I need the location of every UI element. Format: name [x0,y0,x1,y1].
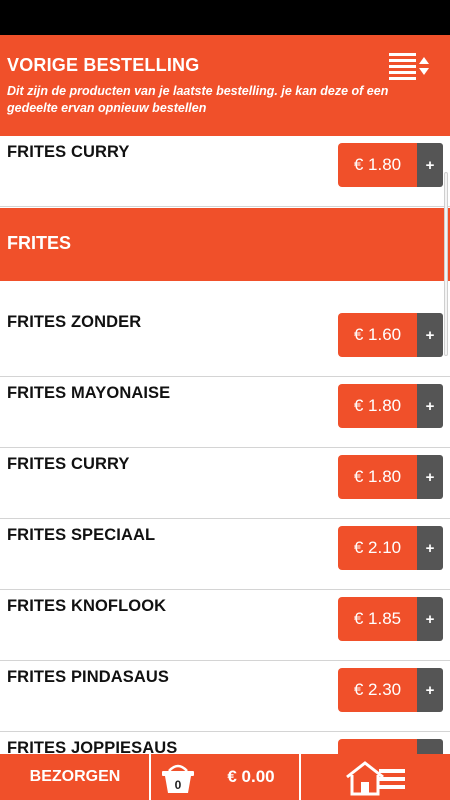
price-button[interactable]: € 1.60 [338,313,417,357]
price-button[interactable] [338,739,417,754]
product-name: FRITES PINDASAUS [7,668,170,686]
add-button[interactable] [417,739,443,754]
scrollbar[interactable] [444,172,448,356]
product-item: FRITES JOPPIESAUS [0,732,450,754]
product-name: FRITES SPECIAAL [7,526,156,544]
add-button[interactable]: + [417,668,443,712]
price-button[interactable]: € 1.85 [338,597,417,641]
home-menu-icon[interactable] [345,760,407,796]
add-button[interactable]: + [417,597,443,641]
product-item: FRITES CURRY € 1.80 + [0,448,450,519]
product-item: FRITES MAYONAISE € 1.80 + [0,377,450,448]
price-button[interactable]: € 2.30 [338,668,417,712]
product-name: FRITES KNOFLOOK [7,597,167,615]
product-name: FRITES MAYONAISE [7,384,171,402]
add-button[interactable]: + [417,526,443,570]
page-subtitle: Dit zijn de producten van je laatste bes… [7,84,389,115]
price-button[interactable]: € 1.80 [338,143,417,187]
product-item: FRITES KNOFLOOK € 1.85 + [0,590,450,661]
add-button[interactable]: + [417,384,443,428]
bottom-bar: BEZORGEN 0 € 0.00 [0,754,450,800]
add-button[interactable]: + [417,143,443,187]
divider [299,754,301,800]
previous-order-header: VORIGE BESTELLING Dit zijn de producten … [0,35,450,136]
product-name: FRITES CURRY [7,143,130,161]
status-bar [0,0,450,35]
sort-list-icon[interactable] [386,51,434,81]
product-item: FRITES SPECIAAL € 2.10 + [0,519,450,590]
delivery-button[interactable]: BEZORGEN [0,754,150,800]
price-button[interactable]: € 2.10 [338,526,417,570]
price-button[interactable]: € 1.80 [338,384,417,428]
order-total: € 0.00 [227,767,275,786]
product-name: FRITES CURRY [7,455,130,473]
product-name: FRITES JOPPIESAUS [7,739,178,754]
product-name: FRITES ZONDER [7,313,142,331]
page-title: VORIGE BESTELLING [7,55,200,75]
previous-order-item: FRITES CURRY € 1.80 + [0,136,450,207]
category-header-frites: FRITES [0,208,450,281]
divider [149,754,151,800]
add-button[interactable]: + [417,455,443,499]
price-button[interactable]: € 1.80 [338,455,417,499]
category-title: FRITES [7,233,72,253]
basket-count: 0 [174,778,182,792]
product-item: FRITES PINDASAUS € 2.30 + [0,661,450,732]
product-item: FRITES ZONDER € 1.60 + [0,306,450,377]
add-button[interactable]: + [417,313,443,357]
product-list[interactable]: FRITES CURRY € 1.80 + FRITES FRITES ZOND… [0,136,450,754]
